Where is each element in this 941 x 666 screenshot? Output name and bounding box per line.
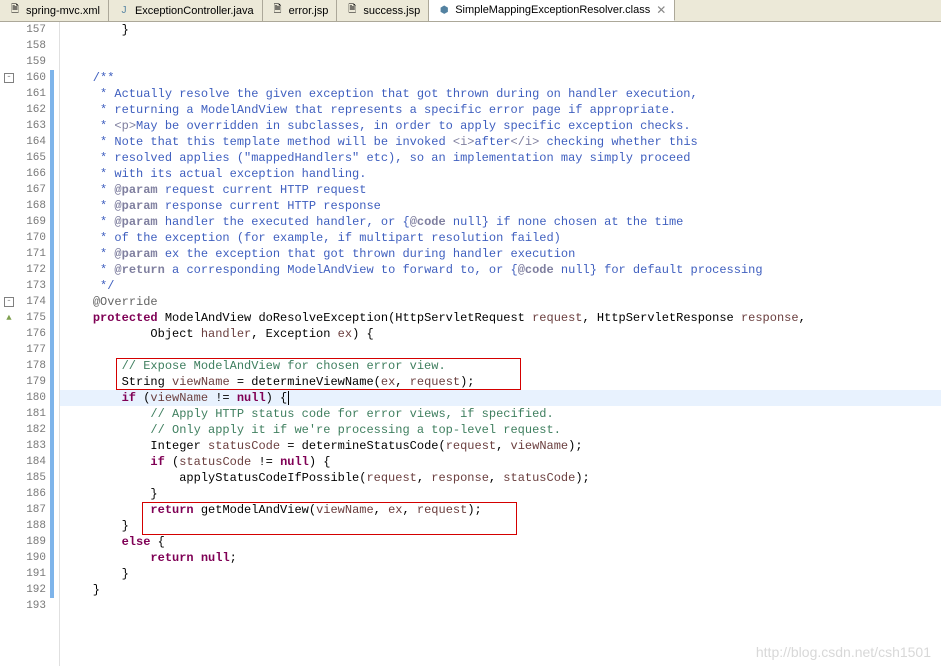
line-number: 183 [18, 440, 50, 452]
fold-marker[interactable]: - [0, 294, 18, 310]
code-line: return getModelAndView(viewName, ex, req… [60, 502, 941, 518]
line-number: 192 [18, 584, 50, 596]
code-line: String viewName = determineViewName(ex, … [60, 374, 941, 390]
line-number: 191 [18, 568, 50, 580]
line-number: 157 [18, 24, 50, 36]
line-number: 177 [18, 344, 50, 356]
code-line: * returning a ModelAndView that represen… [60, 102, 941, 118]
code-line [60, 54, 941, 70]
line-number: 162 [18, 104, 50, 116]
code-line: * @param ex the exception that got throw… [60, 246, 941, 262]
java-file-icon: J [117, 4, 131, 18]
line-number: 176 [18, 328, 50, 340]
code-line: */ [60, 278, 941, 294]
override-marker: ▲ [0, 310, 18, 326]
code-line: else { [60, 534, 941, 550]
code-line: /** [60, 70, 941, 86]
code-line-current: if (viewName != null) { [60, 390, 941, 406]
code-line: } [60, 22, 941, 38]
line-number: 172 [18, 264, 50, 276]
line-number: 170 [18, 232, 50, 244]
line-number: 186 [18, 488, 50, 500]
line-number: 188 [18, 520, 50, 532]
editor[interactable]: 157 158 159 -160 161 162 163 164 165 166… [0, 22, 941, 666]
line-number: 171 [18, 248, 50, 260]
line-number: 187 [18, 504, 50, 516]
line-number: 174 [18, 296, 50, 308]
code-line: @Override [60, 294, 941, 310]
code-line: } [60, 518, 941, 534]
code-line: * @param response current HTTP response [60, 198, 941, 214]
code-line: * @return a corresponding ModelAndView t… [60, 262, 941, 278]
code-line: * Note that this template method will be… [60, 134, 941, 150]
tab-spring-mvc[interactable]: 🗎spring-mvc.xml [0, 0, 109, 21]
watermark: http://blog.csdn.net/csh1501 [756, 644, 931, 660]
code-line: // Apply HTTP status code for error view… [60, 406, 941, 422]
line-number: 182 [18, 424, 50, 436]
code-line [60, 38, 941, 54]
line-number: 159 [18, 56, 50, 68]
line-number: 185 [18, 472, 50, 484]
line-number: 168 [18, 200, 50, 212]
code-line [60, 598, 941, 614]
line-number: 160 [18, 72, 50, 84]
tab-bar: 🗎spring-mvc.xml JExceptionController.jav… [0, 0, 941, 22]
code-line: * @param handler the executed handler, o… [60, 214, 941, 230]
jsp-file-icon: 🗎 [271, 4, 285, 18]
code-area[interactable]: } /** * Actually resolve the given excep… [60, 22, 941, 666]
code-line: * resolved applies ("mappedHandlers" etc… [60, 150, 941, 166]
tab-error-jsp[interactable]: 🗎error.jsp [263, 0, 338, 21]
code-line: } [60, 566, 941, 582]
line-number: 158 [18, 40, 50, 52]
code-line: } [60, 486, 941, 502]
code-line: Object handler, Exception ex) { [60, 326, 941, 342]
code-line: return null; [60, 550, 941, 566]
code-line: * <p>May be overridden in subclasses, in… [60, 118, 941, 134]
code-line: * @param request current HTTP request [60, 182, 941, 198]
tab-exception-controller[interactable]: JExceptionController.java [109, 0, 263, 21]
jsp-file-icon: 🗎 [345, 4, 359, 18]
line-number: 165 [18, 152, 50, 164]
fold-marker[interactable]: - [0, 70, 18, 86]
class-file-icon: ⬢ [437, 3, 451, 17]
line-number: 178 [18, 360, 50, 372]
code-line: * with its actual exception handling. [60, 166, 941, 182]
line-number: 179 [18, 376, 50, 388]
line-number: 175 [18, 312, 50, 324]
line-number: 173 [18, 280, 50, 292]
code-line [60, 342, 941, 358]
code-line: // Expose ModelAndView for chosen error … [60, 358, 941, 374]
line-number: 189 [18, 536, 50, 548]
gutter: 157 158 159 -160 161 162 163 164 165 166… [0, 22, 60, 666]
line-number: 163 [18, 120, 50, 132]
code-line: applyStatusCodeIfPossible(request, respo… [60, 470, 941, 486]
line-number: 169 [18, 216, 50, 228]
line-number: 181 [18, 408, 50, 420]
line-number: 180 [18, 392, 50, 404]
code-line: * of the exception (for example, if mult… [60, 230, 941, 246]
xml-file-icon: 🗎 [8, 4, 22, 18]
line-number: 184 [18, 456, 50, 468]
tab-simple-mapping-resolver[interactable]: ⬢SimpleMappingExceptionResolver.class✕ [429, 0, 675, 21]
tab-success-jsp[interactable]: 🗎success.jsp [337, 0, 429, 21]
code-line: protected ModelAndView doResolveExceptio… [60, 310, 941, 326]
line-number: 193 [18, 600, 50, 612]
code-line: Integer statusCode = determineStatusCode… [60, 438, 941, 454]
code-line: * Actually resolve the given exception t… [60, 86, 941, 102]
line-number: 161 [18, 88, 50, 100]
line-number: 166 [18, 168, 50, 180]
code-line: } [60, 582, 941, 598]
code-line: // Only apply it if we're processing a t… [60, 422, 941, 438]
close-icon[interactable]: ✕ [656, 3, 666, 17]
line-number: 190 [18, 552, 50, 564]
line-number: 164 [18, 136, 50, 148]
code-line: if (statusCode != null) { [60, 454, 941, 470]
line-number: 167 [18, 184, 50, 196]
